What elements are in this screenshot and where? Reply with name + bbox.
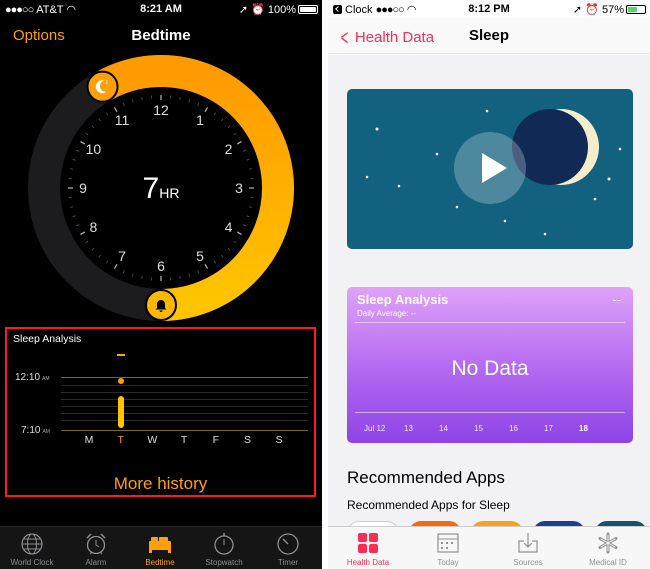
bedtime-handle[interactable]: z — [86, 70, 119, 103]
gridline — [61, 406, 308, 407]
tab-today[interactable]: Today — [408, 527, 488, 569]
tab-alarm[interactable]: Alarm — [64, 527, 128, 569]
date-label: Jul 12 — [364, 424, 386, 433]
clock-number: 8 — [89, 219, 98, 235]
tab-world-clock[interactable]: World Clock — [0, 527, 64, 569]
location-arrow-icon: ➚ — [572, 4, 583, 16]
timer-icon — [277, 533, 299, 555]
card-value: -- — [612, 292, 621, 307]
date-label: 13 — [404, 424, 413, 433]
status-bar: Clock ●●●○○ ◠ 8:12 PM ➚ ⏰ 57% — [328, 0, 650, 18]
navigation-bar: < Health Data Sleep — [328, 18, 650, 54]
clock-number: 6 — [157, 258, 165, 274]
navigation-bar: Options Bedtime — [0, 18, 322, 54]
clock-number: 5 — [196, 247, 204, 264]
health-data-grid-icon — [358, 533, 378, 553]
weekday-label: F — [212, 434, 219, 446]
y-label-bottom: 7:10 AM — [21, 425, 50, 436]
gridline — [61, 385, 308, 386]
tab-sources[interactable]: Sources — [488, 527, 568, 569]
wake-up-handle[interactable] — [145, 289, 177, 321]
clock-number: 3 — [235, 180, 243, 196]
clock-number: 11 — [114, 112, 130, 129]
clock-number: 10 — [85, 141, 102, 157]
clock-tab-bar: World Clock Alarm Bedtime Stopwatch Time… — [0, 526, 322, 569]
date-label: 15 — [474, 424, 483, 433]
tab-medical-id[interactable]: Medical ID — [568, 527, 648, 569]
recommended-apps-heading: Recommended Apps — [347, 468, 505, 487]
date-label: 14 — [439, 424, 448, 433]
date-label: 17 — [544, 424, 553, 433]
today-marker — [117, 354, 125, 356]
gridline — [61, 399, 308, 400]
alarm-clock-icon — [86, 533, 106, 555]
clock-number: 4 — [224, 219, 233, 235]
weekday-label: W — [147, 434, 158, 446]
weekday-label: M — [84, 434, 94, 446]
card-divider — [355, 322, 625, 323]
page-title: Sleep — [468, 27, 510, 44]
medical-id-icon — [598, 532, 618, 554]
sources-download-icon — [518, 533, 538, 553]
battery-icon — [626, 5, 646, 14]
sleep-bar — [118, 396, 124, 428]
health-app-screen: Clock ●●●○○ ◠ 8:12 PM ➚ ⏰ 57% < Health Dat… — [328, 0, 650, 569]
status-right: ➚ ⏰ 57% — [573, 3, 646, 16]
tab-timer[interactable]: Timer — [256, 527, 320, 569]
no-data-text: No Data — [451, 357, 529, 380]
date-label: 16 — [509, 424, 518, 433]
weekday-label: T — [117, 434, 124, 446]
location-arrow-icon: ➚ — [238, 4, 249, 16]
gridline — [61, 392, 308, 393]
alarm-status-icon: ⏰ — [251, 4, 265, 16]
card-title: Sleep Analysis — [357, 292, 449, 307]
gridline — [61, 413, 308, 414]
sleep-video[interactable] — [347, 89, 633, 249]
calendar-icon — [437, 533, 459, 553]
gridline-bottom — [61, 430, 308, 431]
globe-icon — [21, 533, 43, 555]
more-history-link[interactable]: More history — [7, 474, 314, 494]
status-bar: ●●●○○ AT&T ◠ 8:21 AM ➚ ⏰ 100% — [0, 0, 322, 18]
tab-stopwatch[interactable]: Stopwatch — [192, 527, 256, 569]
card-axis-line — [355, 412, 625, 413]
sleep-analysis-card[interactable]: Sleep Analysis Daily Average: -- -- No D… — [347, 287, 633, 443]
clock-number: 1 — [196, 112, 204, 129]
bed-icon — [149, 537, 171, 553]
page-title: Bedtime — [131, 27, 191, 44]
weekday-label: S — [243, 434, 251, 446]
sleep-analysis-title: Sleep Analysis — [13, 333, 82, 345]
tab-health-data[interactable]: Health Data — [328, 527, 408, 569]
gridline-top — [61, 377, 308, 378]
clock-number: 9 — [79, 180, 87, 196]
sleep-dot — [118, 378, 124, 384]
y-label-top: 12:10 AM — [15, 372, 50, 383]
weekday-label: S — [275, 434, 283, 446]
sleep-hours-readout: 7HR — [142, 172, 180, 205]
clock-number: 7 — [118, 247, 126, 264]
play-icon — [482, 153, 507, 183]
clock-number: 12 — [153, 102, 169, 118]
clock-app-screen: ●●●○○ AT&T ◠ 8:21 AM ➚ ⏰ 100% Options Bed… — [0, 0, 322, 569]
alarm-status-icon: ⏰ — [585, 4, 599, 16]
sleep-analysis-panel[interactable]: Sleep Analysis 12:10 AM 7:10 AM M T W T F S S Mo… — [5, 327, 316, 497]
health-tab-bar: Health Data Today Sources Medical ID — [328, 526, 650, 569]
status-right: ➚ ⏰ 100% — [239, 3, 318, 16]
tab-bedtime[interactable]: Bedtime — [128, 527, 192, 569]
play-button[interactable] — [454, 132, 526, 204]
recommended-apps-subheading: Recommended Apps for Sleep — [347, 498, 510, 512]
gridline — [61, 420, 308, 421]
clock-number: 2 — [224, 141, 233, 157]
sleep-content[interactable]: Sleep Analysis Daily Average: -- -- No D… — [328, 55, 650, 531]
date-label: 18 — [579, 424, 588, 433]
weekday-label: T — [180, 434, 188, 446]
card-subtitle: Daily Average: -- — [357, 309, 416, 318]
stopwatch-icon — [214, 533, 234, 555]
battery-icon — [298, 5, 318, 14]
